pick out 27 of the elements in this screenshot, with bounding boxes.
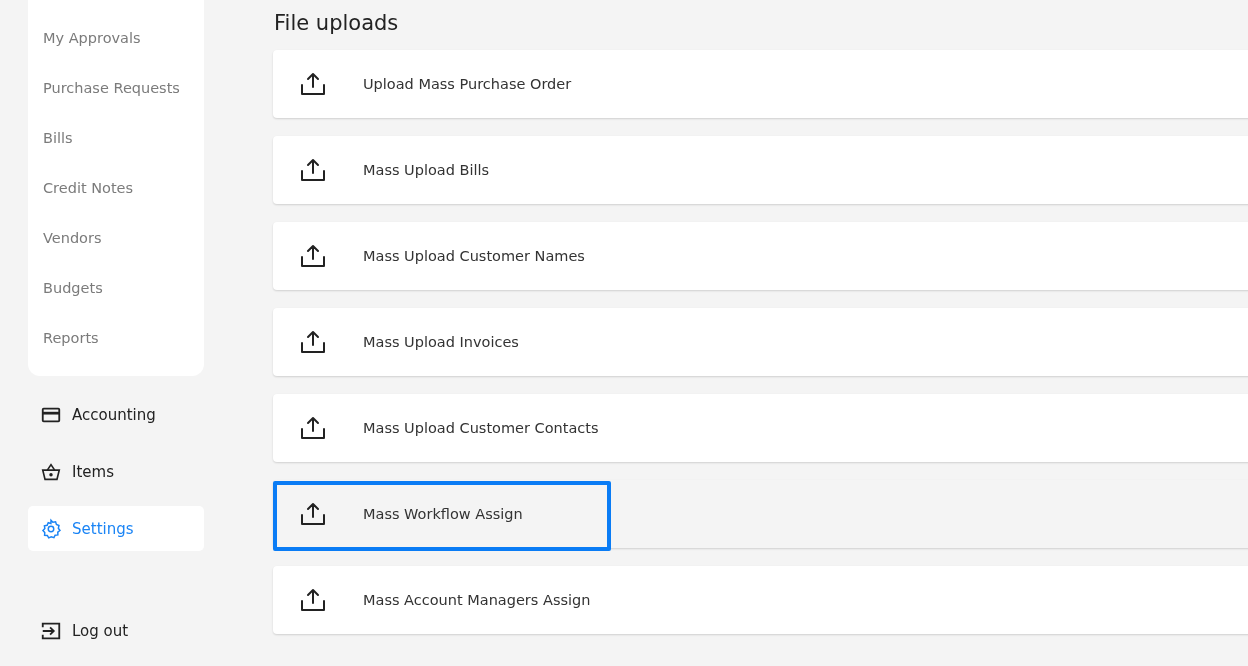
settings-icon bbox=[40, 517, 62, 540]
upload-icon bbox=[300, 158, 326, 182]
upload-icon bbox=[300, 244, 326, 268]
page-title: File uploads bbox=[274, 10, 400, 36]
upload-row[interactable]: Mass Upload Customer Contacts bbox=[273, 394, 1248, 462]
upload-row[interactable]: Mass Upload Invoices bbox=[273, 308, 1248, 376]
upload-icon bbox=[300, 588, 326, 612]
upload-row[interactable]: Mass Workflow Assign bbox=[273, 480, 1248, 548]
submenu-item[interactable]: Reports bbox=[28, 313, 204, 363]
upload-row[interactable]: Mass Upload Bills bbox=[273, 136, 1248, 204]
upload-icon bbox=[300, 416, 326, 440]
nav-item[interactable]: Items bbox=[28, 449, 204, 494]
upload-row[interactable]: Upload Mass Purchase Order bbox=[273, 50, 1248, 118]
submenu-item[interactable]: My Approvals bbox=[28, 13, 204, 63]
upload-icon bbox=[300, 330, 326, 354]
submenu-item[interactable]: Vendors bbox=[28, 213, 204, 263]
submenu-item[interactable]: Budgets bbox=[28, 263, 204, 313]
submenu-item[interactable]: Credit Notes bbox=[28, 163, 204, 213]
submenu-item[interactable]: Bills bbox=[28, 113, 204, 163]
upload-icon bbox=[300, 502, 326, 526]
submenu-item[interactable]: Purchase Requests bbox=[28, 63, 204, 113]
logout-link[interactable]: Log out bbox=[28, 608, 204, 653]
nav-item[interactable]: Accounting bbox=[28, 392, 204, 437]
upload-row[interactable]: Mass Upload Customer Names bbox=[273, 222, 1248, 290]
nav-item[interactable]: Settings bbox=[28, 506, 204, 551]
upload-row[interactable]: Mass Account Managers Assign bbox=[273, 566, 1248, 634]
upload-icon bbox=[300, 72, 326, 96]
